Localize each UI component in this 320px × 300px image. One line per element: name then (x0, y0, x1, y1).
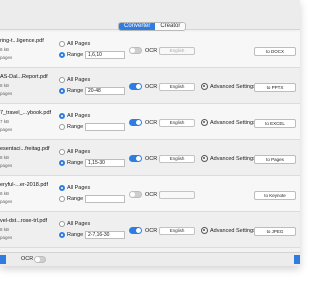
file-row: vel-dst...rose-trl.pdf 8 kB pages All Pages… (0, 212, 300, 248)
file-pages: pages (0, 163, 13, 168)
convert-all-button[interactable] (294, 255, 300, 264)
global-ocr-label: OCR (21, 256, 34, 262)
range-label: Range (67, 52, 84, 58)
all-pages-radio[interactable] (59, 185, 65, 191)
range-label: Range (67, 124, 84, 130)
file-name: ring-t...ligence.pdf (0, 38, 44, 44)
file-name: esentaci...freitag.pdf (0, 146, 50, 152)
language-select[interactable]: English (159, 119, 195, 127)
file-size: 8 kB (0, 47, 10, 52)
range-radio[interactable] (59, 52, 65, 58)
file-size: 8 kB (0, 227, 10, 232)
range-label: Range (67, 160, 84, 166)
all-pages-label: All Pages (67, 41, 91, 47)
language-select[interactable]: English (159, 227, 195, 235)
range-input[interactable]: 1,6,10 (85, 51, 125, 59)
language-select[interactable]: English (159, 83, 195, 91)
global-ocr-toggle[interactable] (34, 256, 46, 263)
ocr-label: OCR (145, 192, 158, 198)
advanced-settings-label[interactable]: Advanced Settings (210, 156, 256, 162)
range-label: Range (67, 196, 84, 202)
file-pages: pages (0, 91, 13, 96)
range-radio[interactable] (59, 196, 65, 202)
file-size: 7 kB (0, 119, 10, 124)
file-name: AS-Dal...Report.pdf (0, 74, 48, 80)
ocr-toggle[interactable] (129, 191, 142, 198)
advanced-settings-label[interactable]: Advanced Settings (210, 84, 256, 90)
convert-button[interactable]: to EXCEL (254, 119, 296, 128)
file-list: ring-t...ligence.pdf 8 kB pages All Pages Ra… (0, 32, 300, 252)
ocr-label: OCR (145, 48, 158, 54)
ocr-toggle[interactable] (129, 155, 142, 162)
file-pages: pages (0, 235, 13, 240)
file-size: 8 kB (0, 191, 10, 196)
all-pages-radio[interactable] (59, 221, 65, 227)
range-input[interactable]: 1,15-30 (85, 159, 125, 167)
advanced-settings-label[interactable]: Advanced Settings (210, 120, 256, 126)
range-input[interactable] (85, 195, 125, 203)
ocr-toggle[interactable] (129, 227, 142, 234)
gear-icon[interactable] (201, 227, 208, 234)
file-row: eryful-...er-2018.pdf 8 kB pages All Pages R… (0, 176, 300, 212)
toolbar: Converter Creator (0, 0, 300, 31)
range-label: Range (67, 232, 84, 238)
range-radio[interactable] (59, 160, 65, 166)
file-pages: pages (0, 127, 13, 132)
all-pages-label: All Pages (67, 221, 91, 227)
convert-button[interactable]: to Keynote (254, 191, 296, 200)
all-pages-radio[interactable] (59, 41, 65, 47)
mode-segmented-control: Converter Creator (118, 22, 187, 31)
ocr-label: OCR (145, 156, 158, 162)
file-row: esentaci...freitag.pdf 8 kB pages All Pages… (0, 140, 300, 176)
range-input[interactable]: 20-48 (85, 87, 125, 95)
ocr-toggle[interactable] (129, 119, 142, 126)
convert-button[interactable]: to PPTX (254, 83, 296, 92)
file-size: 8 kB (0, 83, 10, 88)
file-name: eryful-...er-2018.pdf (0, 182, 48, 188)
file-pages: pages (0, 199, 13, 204)
ocr-toggle[interactable] (129, 47, 142, 54)
gear-icon[interactable] (201, 119, 208, 126)
range-radio[interactable] (59, 124, 65, 130)
tab-creator[interactable]: Creator (155, 23, 186, 30)
file-size: 8 kB (0, 155, 10, 160)
all-pages-label: All Pages (67, 77, 91, 83)
range-input[interactable] (85, 123, 125, 131)
file-name: vel-dst...rose-trl.pdf (0, 218, 48, 224)
range-label: Range (67, 88, 84, 94)
file-pages: pages (0, 55, 13, 60)
tab-converter[interactable]: Converter (119, 23, 156, 30)
range-radio[interactable] (59, 88, 65, 94)
advanced-settings-label[interactable]: Advanced Settings (210, 228, 256, 234)
bottom-bar: OCR (0, 252, 300, 266)
all-pages-label: All Pages (67, 185, 91, 191)
all-pages-radio[interactable] (59, 113, 65, 119)
ocr-label: OCR (145, 84, 158, 90)
file-row: AS-Dal...Report.pdf 8 kB pages All Pages Ran… (0, 68, 300, 104)
convert-button[interactable]: to DOCX (254, 47, 296, 56)
convert-button[interactable]: to JPEG (254, 227, 296, 236)
convert-button[interactable]: to Pages (254, 155, 296, 164)
gear-icon[interactable] (201, 83, 208, 90)
ocr-toggle[interactable] (129, 83, 142, 90)
add-file-button[interactable] (0, 255, 6, 264)
gear-icon[interactable] (201, 155, 208, 162)
ocr-label: OCR (145, 228, 158, 234)
language-select[interactable]: English (159, 47, 195, 55)
file-row: 7_travel_...ybook.pdf 7 kB pages All Pages R… (0, 104, 300, 140)
language-select[interactable]: English (159, 155, 195, 163)
all-pages-radio[interactable] (59, 77, 65, 83)
file-row: ring-t...ligence.pdf 8 kB pages All Pages Ra… (0, 32, 300, 68)
all-pages-label: All Pages (67, 113, 91, 119)
app-window: Converter Creator ring-t...ligence.pdf 8 … (0, 0, 300, 266)
range-input[interactable]: 2-7,16-30 (85, 231, 125, 239)
file-name: 7_travel_...ybook.pdf (0, 110, 52, 116)
language-select[interactable] (159, 191, 195, 199)
all-pages-radio[interactable] (59, 149, 65, 155)
ocr-label: OCR (145, 120, 158, 126)
all-pages-label: All Pages (67, 149, 91, 155)
range-radio[interactable] (59, 232, 65, 238)
